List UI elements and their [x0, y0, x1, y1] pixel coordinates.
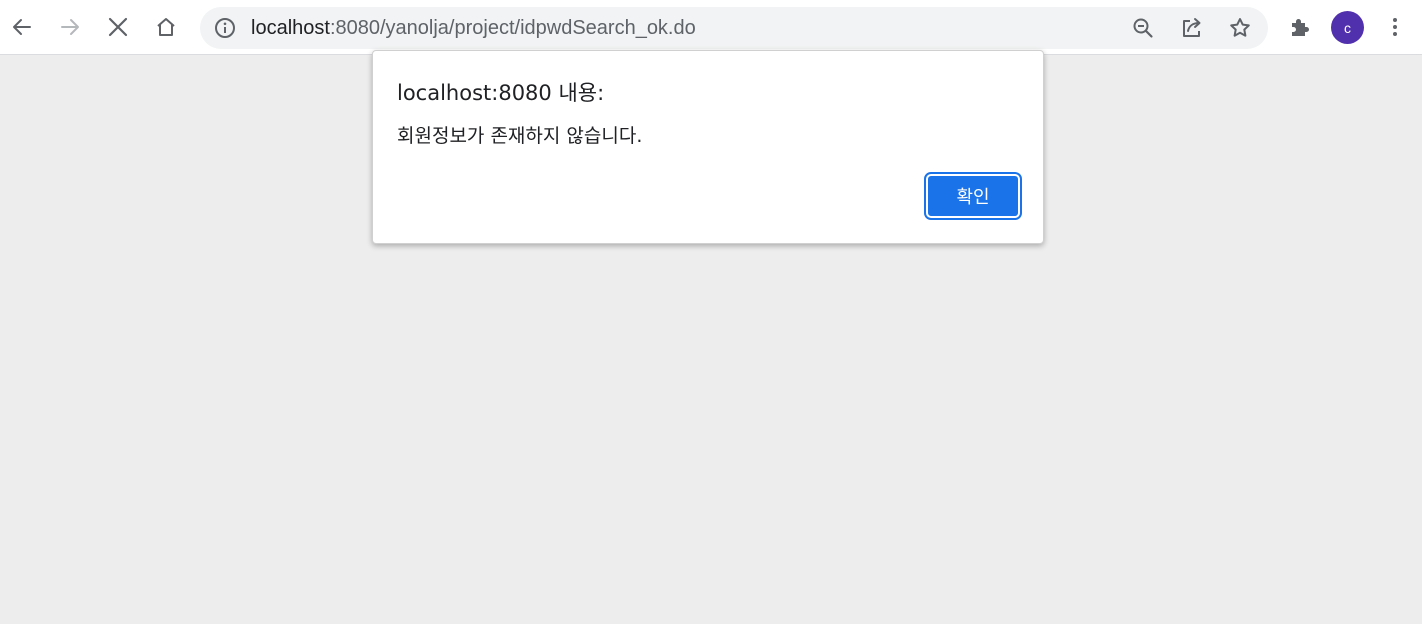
puzzle-icon — [1292, 19, 1309, 36]
alert-dialog: localhost:8080 내용: 회원정보가 존재하지 않습니다. 확인 — [372, 50, 1044, 244]
info-icon — [215, 18, 235, 38]
bookmark-button[interactable] — [1226, 14, 1254, 42]
share-button[interactable] — [1178, 14, 1206, 42]
url-path: :8080/yanolja/project/idpwdSearch_ok.do — [329, 17, 696, 39]
dialog-title: localhost:8080 내용: — [397, 81, 605, 105]
kebab-menu-icon — [1393, 18, 1397, 36]
back-arrow-icon — [13, 19, 31, 35]
browser-menu-button[interactable] — [1377, 9, 1413, 45]
zoom-out-icon — [1133, 18, 1153, 38]
forward-button[interactable] — [52, 9, 88, 45]
address-bar[interactable]: localhost:8080/yanolja/project/idpwdSear… — [200, 7, 1268, 49]
url-host: localhost — [251, 17, 330, 39]
profile-avatar[interactable]: c — [1331, 11, 1364, 44]
dialog-message: 회원정보가 존재하지 않습니다. — [397, 125, 643, 147]
ok-button[interactable]: 확인 — [924, 172, 1022, 220]
star-icon — [1230, 18, 1250, 37]
share-icon — [1183, 18, 1201, 37]
zoom-button[interactable] — [1129, 14, 1157, 42]
stop-loading-button[interactable] — [100, 9, 136, 45]
home-icon — [157, 18, 175, 36]
site-info-button[interactable] — [214, 17, 236, 39]
url-text[interactable]: localhost:8080/yanolja/project/idpwdSear… — [251, 7, 696, 49]
forward-arrow-icon — [61, 19, 79, 35]
extensions-button[interactable] — [1282, 9, 1318, 45]
back-button[interactable] — [4, 9, 40, 45]
stop-loading-icon — [108, 17, 128, 37]
home-button[interactable] — [148, 9, 184, 45]
browser-toolbar: localhost:8080/yanolja/project/idpwdSear… — [0, 0, 1422, 55]
